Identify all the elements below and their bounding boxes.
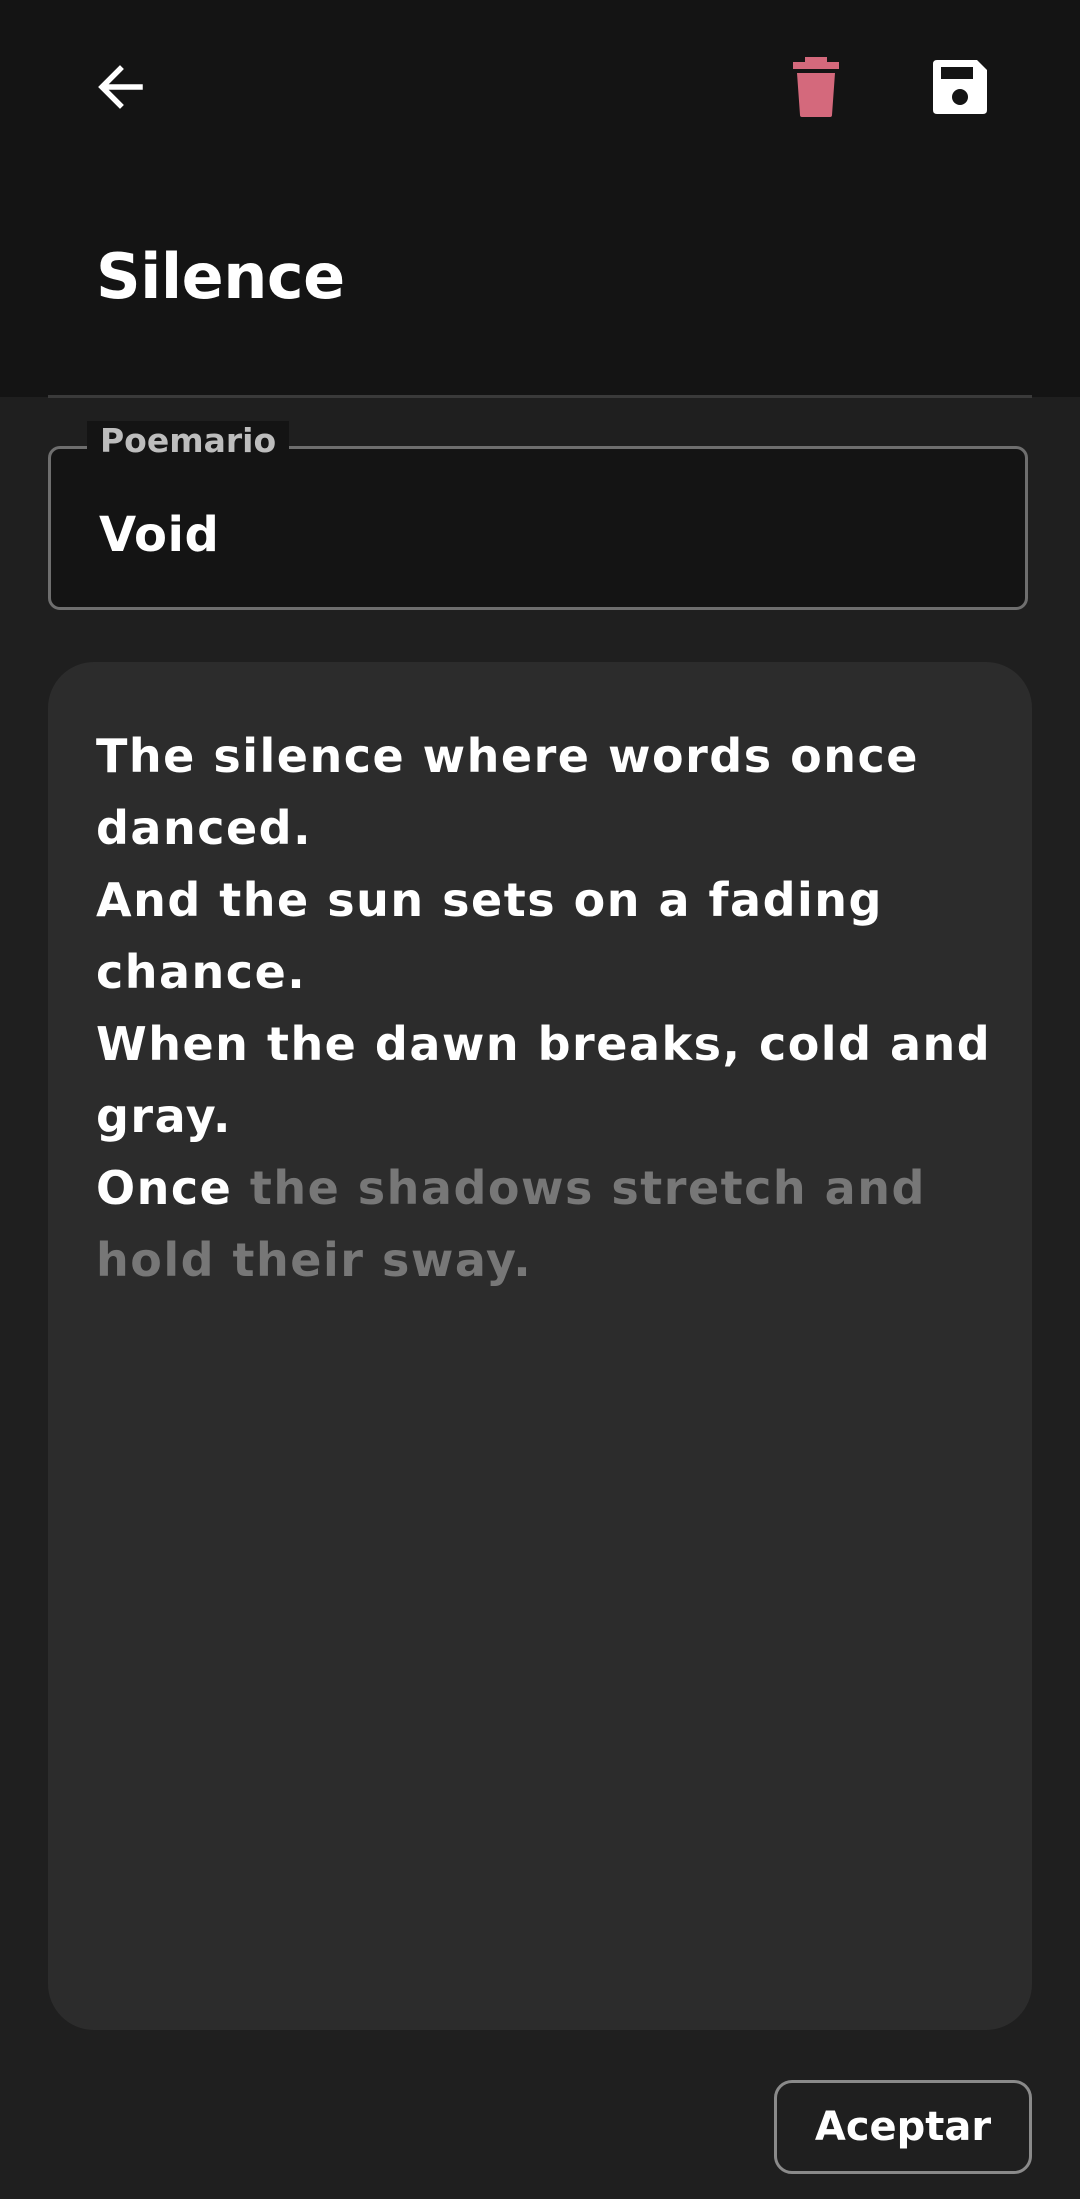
poem-content: The silence where words once danced. And… [96, 720, 992, 1296]
poem-editor-screen: Silence Poemario Void The silence where … [0, 0, 1080, 2199]
poem-line: And the sun sets on a fading chance. [96, 873, 883, 999]
trash-icon [793, 57, 839, 117]
title-divider [48, 395, 1032, 398]
typed-text: Once [96, 1161, 250, 1215]
delete-button[interactable] [766, 37, 866, 137]
poem-line: When the dawn breaks, cold and gray. [96, 1017, 992, 1143]
poemario-value: Void [99, 507, 220, 563]
save-button[interactable] [910, 37, 1010, 137]
arrow-left-icon [98, 65, 143, 109]
poemario-field[interactable]: Poemario Void [48, 421, 1028, 610]
poem-text-area[interactable]: The silence where words once danced. And… [48, 662, 1032, 2030]
poem-title[interactable]: Silence [96, 240, 345, 313]
poemario-label: Poemario [87, 421, 290, 460]
poem-line-current: Once the shadows stretch and hold their … [96, 1152, 992, 1296]
header-area: Silence [0, 0, 1080, 398]
accept-button[interactable]: Aceptar [774, 2080, 1032, 2174]
back-button[interactable] [70, 37, 170, 137]
floppy-disk-icon [933, 60, 987, 114]
poem-line: The silence where words once danced. [96, 729, 919, 855]
